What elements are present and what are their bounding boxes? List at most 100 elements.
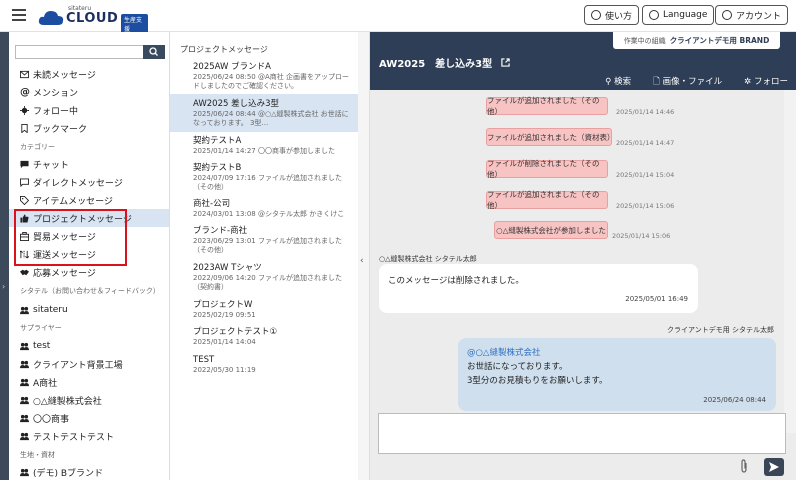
sidebar-item-supplier[interactable]: ○△縫製株式会社 — [9, 391, 169, 409]
sidebar-item-following[interactable]: フォロー中 — [9, 101, 169, 119]
message-input[interactable] — [378, 413, 786, 454]
chevron-right-icon: › — [2, 282, 6, 291]
search-icon: ⚲ — [605, 77, 612, 87]
question-icon — [591, 10, 601, 20]
group-icon — [20, 342, 29, 350]
sidebar-item-sitateru[interactable]: sitateru — [9, 301, 169, 319]
sidebar-item-supplier[interactable]: テストテストテスト — [9, 427, 169, 445]
chat-icon — [20, 160, 29, 168]
list-item-title: プロジェクトテスト① — [193, 327, 278, 337]
list-item-title: 2025AW ブランドA — [193, 62, 271, 72]
account-button[interactable]: アカウント — [715, 5, 789, 25]
sidebar-item-label: (デモ) Bブランド — [33, 468, 104, 479]
system-message-time: 2025/01/14 14:46 — [616, 108, 675, 116]
system-message: ○△縫製株式会社が参加しました — [494, 221, 608, 239]
chat-header: 作業中の組織 クライアントデモ用 BRAND AW2025 差し込み3型 ⚲ 検… — [370, 32, 796, 90]
system-message-time: 2025/01/14 15:06 — [612, 232, 671, 240]
sidebar-item-label: フォロー中 — [33, 106, 79, 117]
bookmark-icon — [21, 123, 28, 133]
language-button[interactable]: Language — [642, 5, 715, 25]
send-icon — [769, 462, 779, 472]
sidebar-edge-bar[interactable]: › — [0, 32, 9, 480]
sidebar-item-label: test — [33, 341, 51, 351]
logo-text: CLOUD — [66, 11, 119, 26]
list-item[interactable]: プロジェクトW 2025/02/19 09:51 — [170, 297, 358, 321]
list-item[interactable]: 契約テストB 2024/07/09 17:16 ファイルが追加されました （その… — [170, 160, 358, 194]
send-button[interactable] — [764, 458, 784, 476]
list-item-detail: 2022/05/30 11:19 — [193, 366, 256, 374]
sidebar-item-item-message[interactable]: アイテムメッセージ — [9, 191, 169, 209]
sidebar-item-mention[interactable]: @ メンション — [9, 83, 169, 101]
chat-panel: 作業中の組織 クライアントデモ用 BRAND AW2025 差し込み3型 ⚲ 検… — [370, 32, 796, 480]
external-link-icon[interactable] — [500, 58, 510, 67]
list-item[interactable]: 商社-公司 2024/03/01 13:08 @シタテル太郎 かきくけこ — [170, 196, 358, 222]
sidebar-item-supplier[interactable]: クライアント背景工場 — [9, 355, 169, 373]
list-item[interactable]: ブランド-商社 2023/06/29 13:01 ファイルが追加されました （そ… — [170, 224, 358, 258]
follow-icon: ✲ — [744, 77, 752, 87]
sidebar-item-label: 未読メッセージ — [33, 70, 96, 81]
list-item-selected[interactable]: AW2025 差し込み3型 2025/06/24 08:44 @○△縫製株式会社… — [170, 94, 358, 132]
sidebar-item-label: チャット — [33, 160, 69, 171]
list-item-title: プロジェクトW — [193, 300, 253, 310]
sidebar-item-direct-message[interactable]: ダイレクトメッセージ — [9, 173, 169, 191]
group-icon — [20, 378, 29, 386]
list-item-title: 契約テストA — [193, 136, 242, 146]
list-item-detail: （その他） — [193, 183, 228, 191]
sidebar-item-label: 〇〇商事 — [33, 414, 70, 425]
sidebar-item-label: ダイレクトメッセージ — [33, 178, 123, 189]
collapse-panel-handle[interactable]: ‹ — [358, 32, 370, 480]
sidebar-item-label: 応募メッセージ — [33, 268, 96, 279]
system-message: ファイルが追加されました（資材表） — [486, 128, 615, 146]
list-item[interactable]: TEST 2022/05/30 11:19 — [170, 352, 358, 376]
list-item[interactable]: 2025AW ブランドA 2025/06/24 08:50 @A商社 企画書をア… — [170, 59, 358, 95]
current-org-tab[interactable]: 作業中の組織 クライアントデモ用 BRAND — [613, 32, 780, 49]
sidebar-item-supplier[interactable]: 〇〇商事 — [9, 409, 169, 427]
user-circle-icon — [722, 10, 732, 20]
list-item-detail: 2025/01/14 14:04 — [193, 338, 256, 346]
message-sender: ○△縫製株式会社 シタテル太郎 — [379, 255, 477, 263]
list-item[interactable]: 契約テストA 2025/01/14 14:27 〇〇商事が参加しました — [170, 134, 358, 158]
handshake-icon — [20, 269, 29, 275]
highlight-annotation-box — [14, 209, 127, 266]
files-tool-label: 画像・ファイル — [662, 77, 723, 87]
system-message: ファイルが削除されました（その他） — [486, 159, 608, 179]
help-label: 使い方 — [605, 11, 633, 22]
list-item-detail: ドしましたのでご確認ください。 — [193, 82, 298, 90]
org-label: 作業中の組織 — [623, 36, 666, 45]
sidebar-item-bookmark[interactable]: ブックマーク — [9, 119, 169, 137]
app-logo[interactable]: sitateru CLOUD 生産支援 — [38, 5, 148, 34]
received-message-bubble: このメッセージは削除されました。 2025/05/01 16:49 — [379, 264, 698, 313]
list-item-detail: 2024/07/09 17:16 ファイルが追加されました — [193, 174, 342, 182]
supplier-heading: サプライヤー — [20, 324, 62, 332]
system-message: ファイルが追加されました（その他） — [486, 190, 608, 210]
sidebar-item-chat[interactable]: チャット — [9, 155, 169, 173]
system-message-time: 2025/01/14 15:04 — [616, 171, 675, 179]
sidebar-search-input[interactable] — [15, 45, 165, 59]
sidebar-item-label: メンション — [33, 88, 79, 99]
paperclip-icon[interactable] — [739, 459, 749, 473]
list-item-detail: なっております。 3型… — [193, 119, 269, 127]
message-time: 2025/06/24 08:44 — [703, 396, 766, 404]
sidebar-item-supplier[interactable]: test — [9, 337, 169, 355]
group-icon — [20, 414, 29, 422]
list-item-detail: 2025/06/24 08:44 @○△縫製株式会社 お世話に — [193, 110, 349, 118]
hamburger-menu-icon[interactable] — [12, 9, 26, 21]
help-button[interactable]: 使い方 — [584, 5, 640, 25]
sidebar-item-material[interactable]: (デモ) Bブランド — [9, 463, 169, 480]
chat-scrollbar[interactable] — [784, 90, 796, 433]
list-item[interactable]: 2023AW Tシャツ 2022/09/06 14:20 ファイルが追加されまし… — [170, 261, 358, 295]
follow-tool-button[interactable]: ✲ フォロー — [744, 75, 788, 90]
list-item[interactable]: プロジェクトテスト① 2025/01/14 14:04 — [170, 324, 358, 348]
search-icon — [149, 47, 158, 56]
list-item-title: TEST — [193, 355, 215, 365]
chat-title: AW2025 差し込み3型 — [379, 55, 510, 70]
search-button[interactable] — [143, 45, 165, 59]
language-label: Language — [663, 10, 708, 20]
sidebar-item-supplier[interactable]: A商社 — [9, 373, 169, 391]
group-icon — [20, 396, 29, 404]
mention-link[interactable]: @○△縫製株式会社 — [467, 346, 608, 360]
files-tool-button[interactable]: 🗋 画像・ファイル — [653, 75, 722, 90]
search-tool-button[interactable]: ⚲ 検索 — [605, 75, 631, 90]
list-item-detail: 2025/06/24 08:50 @A商社 企画書をアップロー — [193, 73, 349, 81]
sidebar-item-unread[interactable]: 未読メッセージ — [9, 65, 169, 83]
